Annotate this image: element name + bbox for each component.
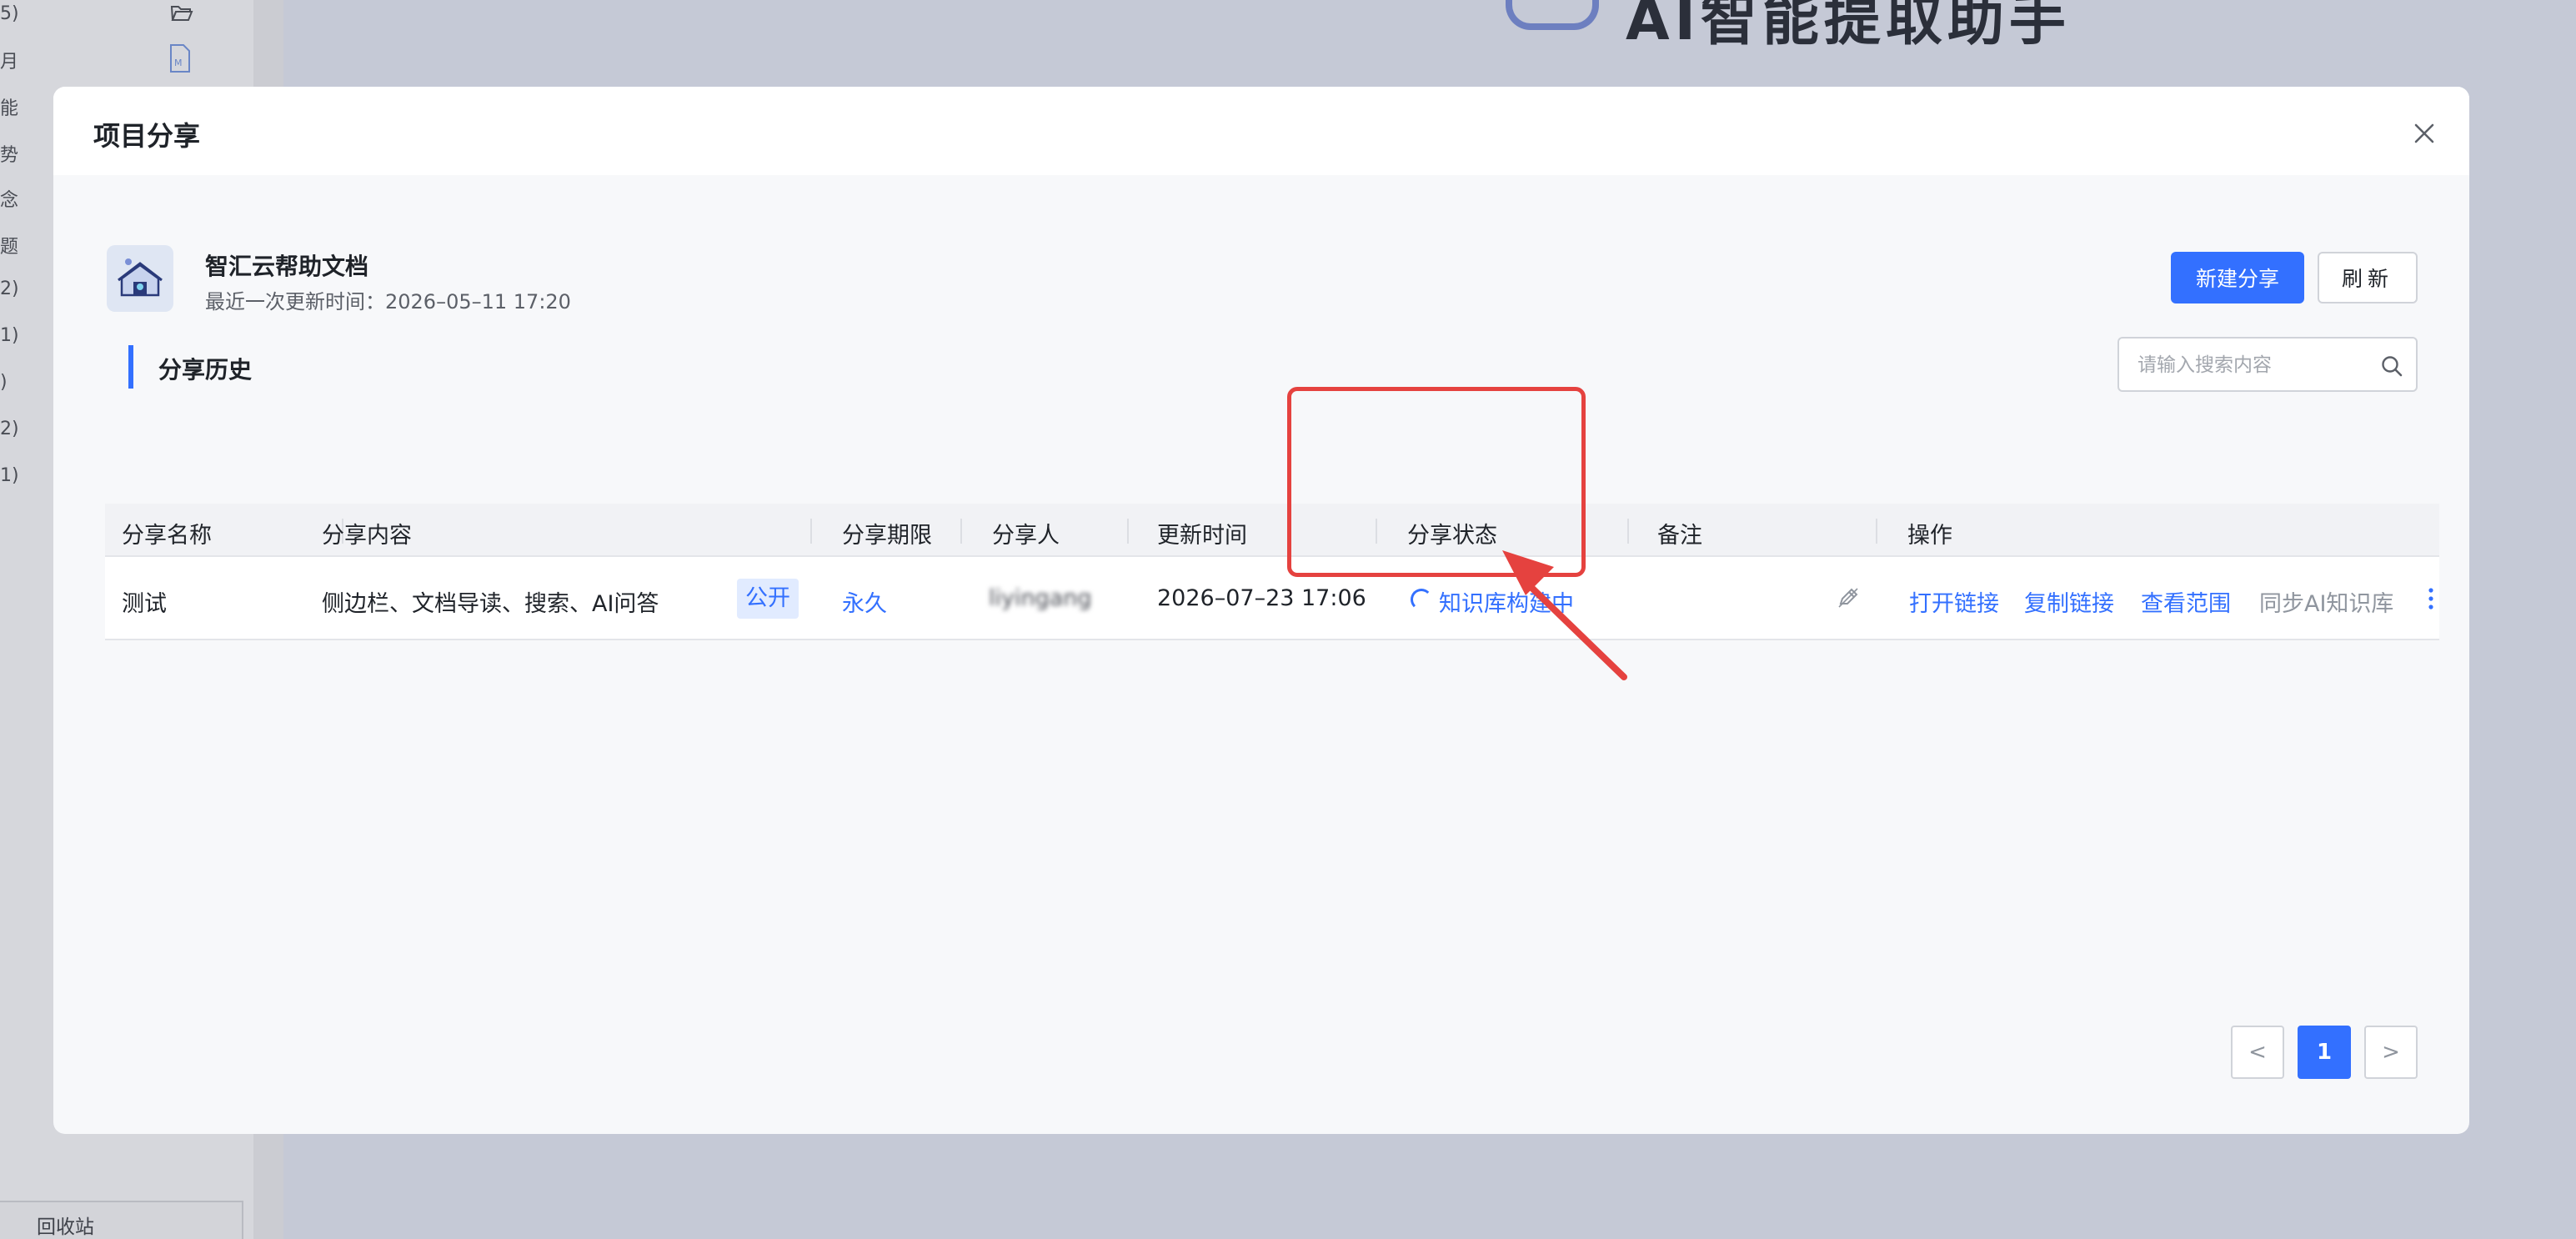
recycle-bin-label: 回收站 — [37, 1216, 94, 1238]
column-header: 更新时间 — [1157, 523, 1247, 549]
background-title: AI智能提取助手 — [1626, 0, 2071, 53]
sidebar-fragment: 能 — [0, 98, 19, 119]
share-status-cell: 知识库构建中 — [1439, 591, 1574, 617]
loading-spinner-icon — [1411, 589, 1432, 610]
project-house-icon — [118, 258, 163, 297]
share-history-title: 分享历史 — [158, 356, 253, 384]
new-share-button[interactable]: 新建分享 — [2171, 252, 2304, 303]
sidebar-fragment: 1) — [0, 465, 19, 486]
share-name-cell: 测试 — [122, 591, 167, 617]
column-divider — [810, 519, 812, 544]
updated-time-cell: 2026–07–23 17:06 — [1157, 585, 1366, 611]
modal-header: 项目分享 — [53, 87, 2469, 175]
sidebar-fragment: 2) — [0, 278, 19, 299]
sharer-cell: liyingang — [989, 585, 1092, 611]
modal-title: 项目分享 — [93, 120, 201, 152]
section-accent-bar — [128, 345, 133, 389]
project-name: 智汇云帮助文档 — [205, 253, 369, 280]
share-content-cell: 侧边栏、文档导读、搜索、AI问答 — [322, 591, 659, 617]
open-link-button[interactable]: 打开链接 — [1909, 585, 1999, 618]
pagination-prev-button[interactable]: < — [2231, 1026, 2284, 1079]
refresh-button[interactable]: 刷新 — [2318, 252, 2418, 303]
share-period-cell: 永久 — [842, 591, 887, 617]
column-divider — [960, 519, 962, 544]
sidebar-fragment: 月 — [0, 52, 19, 73]
project-avatar — [107, 245, 173, 312]
sidebar-fragment: 1) — [0, 325, 19, 346]
column-header: 分享名称 — [122, 523, 212, 549]
search-input[interactable] — [2137, 350, 2371, 380]
search-box — [2117, 337, 2418, 392]
app-logo-icon — [1506, 0, 1599, 30]
pagination-next-button[interactable]: > — [2364, 1026, 2418, 1079]
pagination-page-1[interactable]: 1 — [2298, 1026, 2351, 1079]
view-scope-button[interactable]: 查看范围 — [2141, 585, 2231, 618]
column-header: 分享期限 — [842, 523, 932, 549]
sidebar-fragment: 念 — [0, 190, 19, 211]
search-icon[interactable] — [2379, 354, 2404, 379]
markdown-file-icon: M — [170, 44, 190, 73]
column-divider — [1376, 519, 1377, 544]
sync-ai-knowledge-button[interactable]: 同步AI知识库 — [2259, 585, 2393, 618]
column-divider — [1876, 519, 1877, 544]
project-last-updated: 最近一次更新时间：2026–05–11 17:20 — [205, 290, 571, 314]
more-vertical-icon[interactable] — [2426, 582, 2436, 615]
recycle-bin-button[interactable]: 回收站 — [0, 1201, 243, 1239]
column-header: 操作 — [1907, 523, 1952, 549]
column-header: 分享状态 — [1407, 523, 1497, 549]
table-row: 测试 侧边栏、文档导读、搜索、AI问答 公开 永久 liyingang 2026… — [105, 557, 2439, 640]
sidebar-fragment: 5) — [0, 3, 19, 24]
column-header: 分享人 — [992, 523, 1060, 549]
sidebar-fragment: 题 — [0, 237, 19, 258]
column-header: 备注 — [1657, 523, 1702, 549]
folder-open-icon — [170, 6, 193, 21]
table-header: 分享名称 分享内容 分享期限 分享人 更新时间 分享状态 备注 操作 — [105, 504, 2439, 557]
edit-remark-icon[interactable] — [1836, 585, 1861, 610]
project-share-modal: 项目分享 智汇云帮助文档 最近一次更新时间：2026–05–11 17:20 新… — [53, 87, 2469, 1134]
copy-link-button[interactable]: 复制链接 — [2024, 585, 2114, 618]
column-divider — [1127, 519, 1129, 544]
sidebar-fragment: 势 — [0, 145, 19, 166]
column-divider — [1627, 519, 1629, 544]
close-icon[interactable] — [2411, 120, 2438, 147]
svg-text:M: M — [174, 58, 183, 68]
column-header: 分享内容 — [322, 523, 412, 549]
sidebar-fragment: ) — [0, 372, 8, 393]
visibility-badge: 公开 — [737, 579, 799, 619]
sidebar-fragment: 2) — [0, 419, 19, 439]
